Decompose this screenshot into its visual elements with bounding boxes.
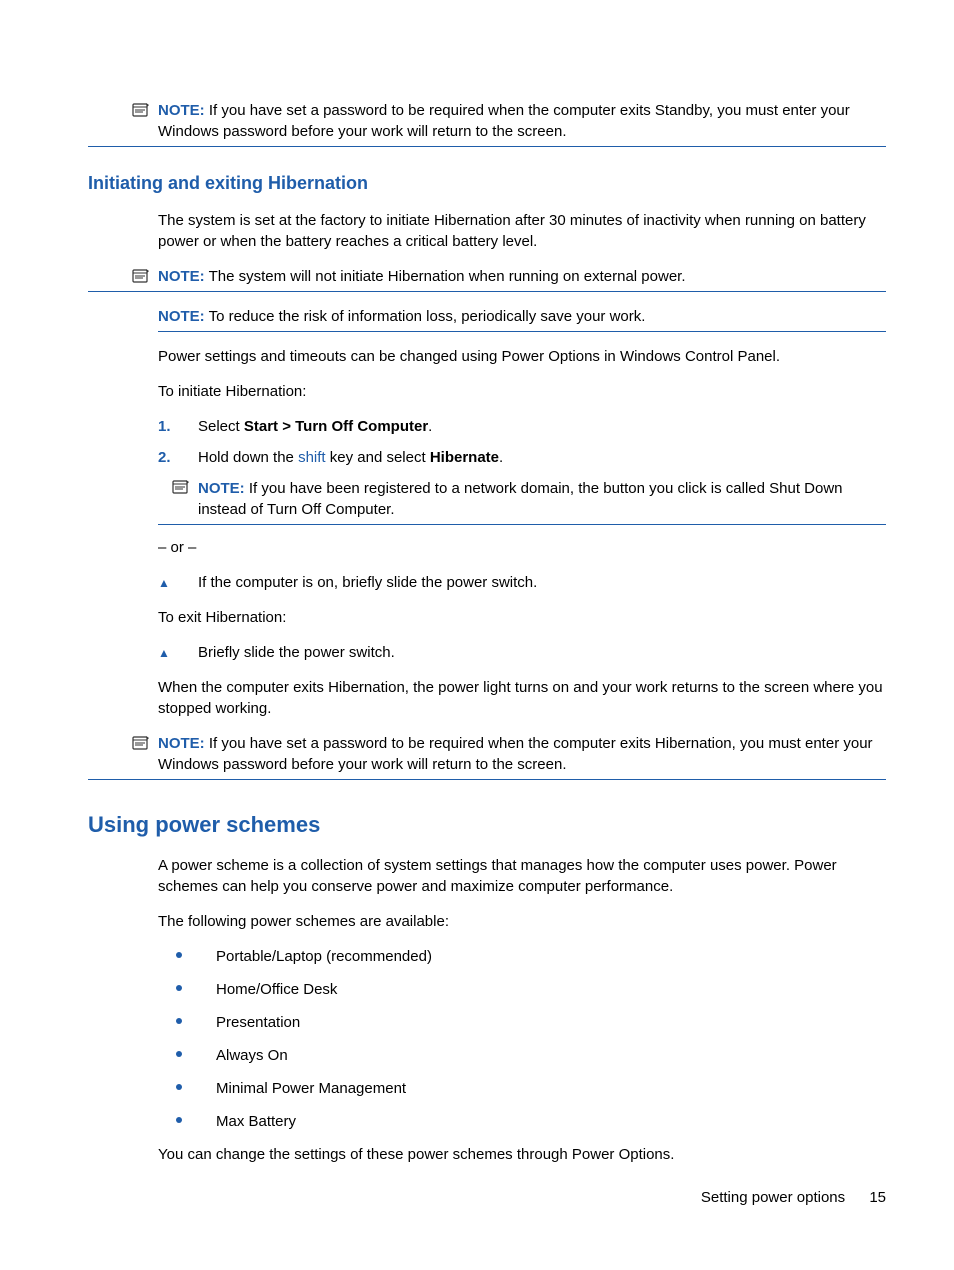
- triangle-icon: ▲: [158, 575, 170, 592]
- action-item: ▲ If the computer is on, briefly slide t…: [158, 572, 886, 593]
- heading-power-schemes: Using power schemes: [88, 810, 886, 841]
- bullet-list: Portable/Laptop (recommended) Home/Offic…: [158, 946, 886, 1132]
- note-icon: [132, 268, 150, 290]
- note-text: The system will not initiate Hibernation…: [209, 268, 686, 285]
- page-footer: Setting power options 15: [701, 1187, 886, 1208]
- bullet-icon: [176, 1117, 182, 1123]
- ordered-list: 1. Select Start > Turn Off Computer. 2. …: [158, 416, 886, 525]
- note-icon: [132, 735, 150, 757]
- paragraph: Power settings and timeouts can be chang…: [158, 346, 886, 367]
- list-number: 1.: [158, 416, 171, 437]
- list-item: 2. Hold down the shift key and select Hi…: [158, 447, 886, 468]
- list-item: Presentation: [158, 1012, 886, 1033]
- bullet-icon: [176, 985, 182, 991]
- note-text: To reduce the risk of information loss, …: [209, 308, 646, 325]
- paragraph: The following power schemes are availabl…: [158, 911, 886, 932]
- or-separator: – or –: [158, 537, 886, 558]
- list-item: 1. Select Start > Turn Off Computer.: [158, 416, 886, 437]
- note-label: NOTE:: [158, 268, 205, 285]
- step-text: Hold down the: [198, 449, 298, 466]
- action-text: If the computer is on, briefly slide the…: [198, 574, 537, 591]
- note-network-domain: NOTE: If you have been registered to a n…: [158, 478, 886, 525]
- list-item: Max Battery: [158, 1111, 886, 1132]
- note-standby-password: NOTE: If you have set a password to be r…: [88, 100, 886, 147]
- note-save-work: NOTE: To reduce the risk of information …: [158, 306, 886, 332]
- note-icon: [132, 102, 150, 124]
- action-text: Briefly slide the power switch.: [198, 644, 395, 661]
- menu-item: Hibernate: [430, 449, 499, 466]
- bullet-icon: [176, 1084, 182, 1090]
- list-number: 2.: [158, 447, 171, 468]
- paragraph: To initiate Hibernation:: [158, 381, 886, 402]
- list-item: Minimal Power Management: [158, 1078, 886, 1099]
- note-label: NOTE:: [158, 308, 205, 325]
- list-item: Portable/Laptop (recommended): [158, 946, 886, 967]
- step-text: Select: [198, 418, 244, 435]
- action-item: ▲ Briefly slide the power switch.: [158, 642, 886, 663]
- triangle-icon: ▲: [158, 645, 170, 662]
- paragraph: You can change the settings of these pow…: [158, 1144, 886, 1165]
- note-text: If you have been registered to a network…: [198, 480, 843, 518]
- note-label: NOTE:: [158, 102, 205, 119]
- paragraph: To exit Hibernation:: [158, 607, 886, 628]
- note-external-power: NOTE: The system will not initiate Hiber…: [88, 266, 886, 292]
- page-number: 15: [869, 1189, 886, 1206]
- heading-hibernation: Initiating and exiting Hibernation: [88, 171, 886, 196]
- paragraph: A power scheme is a collection of system…: [158, 855, 886, 897]
- note-hibernation-password: NOTE: If you have set a password to be r…: [88, 733, 886, 780]
- bullet-icon: [176, 952, 182, 958]
- list-item: Always On: [158, 1045, 886, 1066]
- note-icon: [172, 479, 190, 501]
- footer-section: Setting power options: [701, 1189, 845, 1206]
- note-text: If you have set a password to be require…: [158, 102, 850, 140]
- menu-path: Start > Turn Off Computer: [244, 418, 428, 435]
- list-item: Home/Office Desk: [158, 979, 886, 1000]
- bullet-icon: [176, 1018, 182, 1024]
- note-label: NOTE:: [198, 480, 245, 497]
- bullet-icon: [176, 1051, 182, 1057]
- note-text: If you have set a password to be require…: [158, 735, 873, 773]
- paragraph: When the computer exits Hibernation, the…: [158, 677, 886, 719]
- page-content: NOTE: If you have set a password to be r…: [0, 0, 954, 1165]
- key-shift: shift: [298, 449, 326, 466]
- paragraph: The system is set at the factory to init…: [158, 210, 886, 252]
- note-label: NOTE:: [158, 735, 205, 752]
